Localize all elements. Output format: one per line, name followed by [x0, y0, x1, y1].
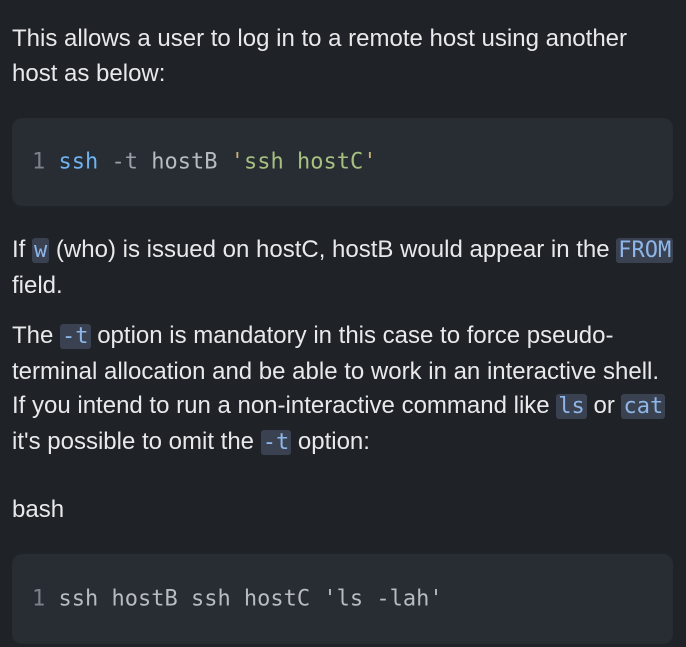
option-text-prefix: The — [12, 322, 61, 349]
inline-code-cat: cat — [621, 394, 666, 419]
code-block-ssh-t[interactable]: 1 ssh -t hostB 'ssh hostC' — [12, 118, 673, 206]
intro-paragraph: This allows a user to log in to a remote… — [12, 22, 674, 91]
code-token-cmd: ssh — [58, 149, 99, 175]
who-paragraph: If w (who) is issued on hostC, hostB wou… — [12, 233, 674, 303]
inline-code-ls: ls — [556, 394, 587, 419]
line-number: 1 — [32, 149, 46, 175]
option-text-4: option: — [291, 427, 370, 455]
code-token-quote-open: ' — [230, 149, 244, 175]
code-text: ssh hostB ssh hostC 'ls -lah' — [58, 586, 443, 612]
code-line: 1 ssh hostB ssh hostC 'ls -lah' — [32, 587, 443, 612]
code-line: 1 ssh -t hostB 'ssh hostC' — [32, 150, 376, 175]
code-token-host: hostB — [151, 149, 218, 175]
who-text-suffix: field. — [12, 271, 63, 299]
intro-text: This allows a user to log in to a remote… — [12, 25, 627, 87]
who-text-middle: (who) is issued on hostC, hostB would ap… — [49, 236, 617, 263]
inline-code-w: w — [32, 238, 50, 263]
code-language-label: bash — [12, 496, 65, 523]
code-token-string: ssh hostC — [243, 149, 364, 175]
code-block-ls-lah[interactable]: 1 ssh hostB ssh hostC 'ls -lah' — [12, 554, 673, 644]
who-text-prefix: If — [12, 236, 33, 263]
option-text-2: or — [586, 392, 622, 419]
code-token-quote-close: ' — [363, 149, 377, 175]
code-token-flag: -t — [111, 149, 139, 175]
inline-code-t: -t — [60, 324, 91, 349]
option-text-3: it's possible to omit the — [12, 427, 261, 455]
inline-code-t-2: -t — [260, 429, 292, 455]
line-number: 1 — [32, 586, 46, 612]
inline-code-from: FROM — [616, 238, 674, 263]
option-paragraph: The -t option is mandatory in this case … — [12, 319, 674, 460]
